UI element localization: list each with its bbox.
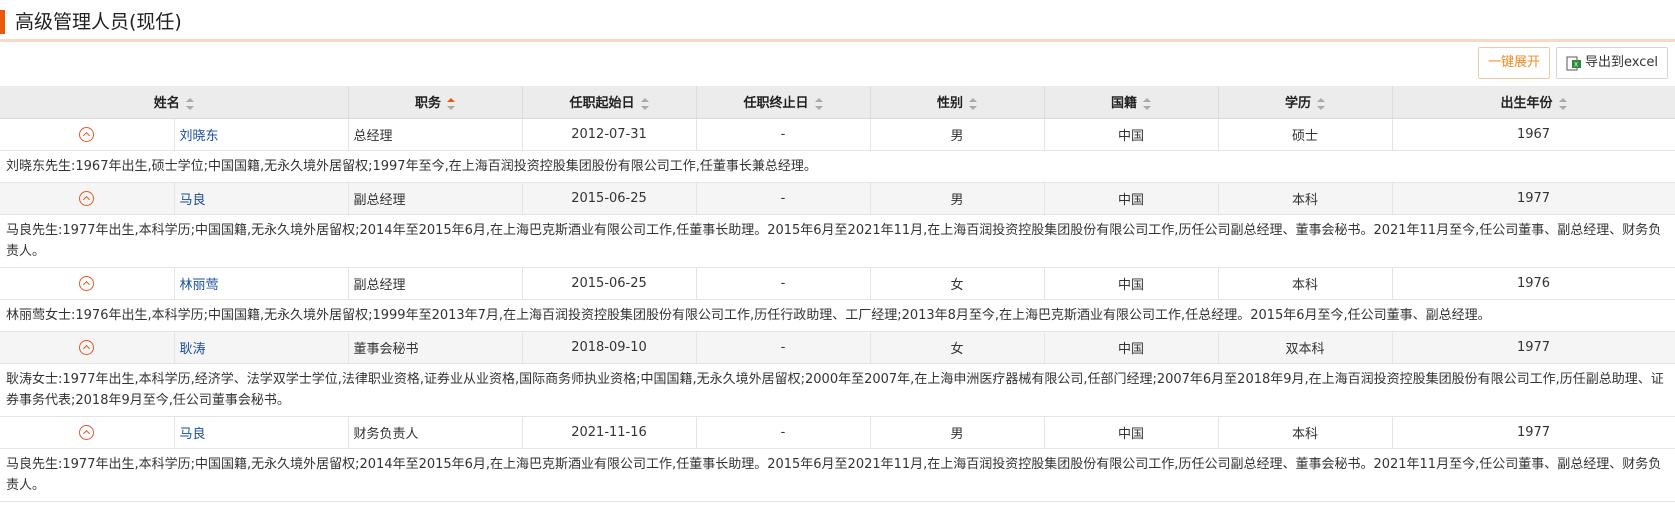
- expand-all-label: 一键展开: [1487, 55, 1540, 70]
- table-row: 马良 副总经理 2015-06-25- 男中国 本科 1977: [0, 182, 1675, 215]
- table-row: 刘晓东 总经理 2012-07-31- 男中国 硕士 1967: [0, 118, 1675, 151]
- section-header: 高级管理人员(现任): [0, 4, 1675, 42]
- bio-text: 刘晓东先生:1967年出生,硕士学位;中国国籍,无永久境外居留权;1997年至今…: [0, 150, 1675, 183]
- collapse-toggle-cell[interactable]: [0, 416, 175, 449]
- start-date-cell: 2021-11-16: [522, 416, 697, 449]
- birth-year-cell: 1977: [1392, 331, 1675, 364]
- education-cell: 本科: [1218, 267, 1393, 300]
- table-row: 林丽莺 副总经理 2015-06-25- 女中国 本科 1976: [0, 267, 1675, 300]
- bio-text: 林丽莺女士:1976年出生,本科学历;中国国籍,无永久境外居留权;1999年至2…: [0, 299, 1675, 332]
- collapse-toggle-cell[interactable]: [0, 267, 175, 300]
- position-cell: 副总经理: [348, 182, 523, 215]
- collapse-chevron-icon[interactable]: [79, 126, 95, 142]
- collapse-chevron-icon[interactable]: [79, 275, 95, 291]
- collapse-chevron-icon[interactable]: [79, 190, 95, 206]
- gender-cell: 男: [870, 416, 1045, 449]
- expand-all-button[interactable]: 一键展开: [1477, 47, 1550, 79]
- person-name-link[interactable]: 林丽莺: [174, 267, 349, 300]
- bio-text: 马良先生:1977年出生,本科学历;中国国籍,无永久境外居留权;2014年至20…: [0, 214, 1675, 268]
- column-header-position[interactable]: 职务: [348, 86, 523, 119]
- sort-active-icon: [447, 97, 456, 110]
- toolbar: 一键展开 X 导出到excel: [1477, 47, 1668, 79]
- table-row: 马良 财务负责人 2021-11-16- 男中国 本科 1977: [0, 416, 1675, 449]
- column-header-name[interactable]: 姓名: [0, 86, 349, 119]
- bio-row: 耿涛女士:1977年出生,本科学历,经济学、法学双学士学位,法律职业资格,证券业…: [0, 363, 1675, 417]
- end-date-cell: -: [696, 416, 871, 449]
- sort-icon: [1317, 97, 1326, 110]
- birth-year-cell: 1976: [1392, 267, 1675, 300]
- person-name-link[interactable]: 马良: [174, 182, 349, 215]
- position-cell: 总经理: [348, 118, 523, 151]
- gender-cell: 女: [870, 331, 1045, 364]
- education-cell: 本科: [1218, 416, 1393, 449]
- birth-year-cell: 1977: [1392, 416, 1675, 449]
- nationality-cell: 中国: [1044, 118, 1219, 151]
- export-excel-button[interactable]: X 导出到excel: [1556, 47, 1668, 79]
- column-header-nationality[interactable]: 国籍: [1044, 86, 1219, 119]
- end-date-cell: -: [696, 331, 871, 364]
- position-cell: 财务负责人: [348, 416, 523, 449]
- nationality-cell: 中国: [1044, 331, 1219, 364]
- sort-icon: [185, 97, 194, 110]
- start-date-cell: 2015-06-25: [522, 267, 697, 300]
- position-cell: 董事会秘书: [348, 331, 523, 364]
- excel-icon: X: [1566, 56, 1581, 70]
- start-date-cell: 2018-09-10: [522, 331, 697, 364]
- page: 高级管理人员(现任) 一键展开 X 导出到excel 姓名 职务 任职起始日 任…: [0, 0, 1675, 509]
- sort-icon: [1143, 97, 1152, 110]
- bio-row: 马良先生:1977年出生,本科学历;中国国籍,无永久境外居留权;2014年至20…: [0, 214, 1675, 268]
- gender-cell: 女: [870, 267, 1045, 300]
- nationality-cell: 中国: [1044, 416, 1219, 449]
- collapse-chevron-icon[interactable]: [79, 424, 95, 440]
- table-body: 刘晓东 总经理 2012-07-31- 男中国 硕士 1967 刘晓东先生:1967年出生,…: [0, 118, 1675, 502]
- column-header-education[interactable]: 学历: [1218, 86, 1393, 119]
- gender-cell: 男: [870, 118, 1045, 151]
- person-name-link[interactable]: 马良: [174, 416, 349, 449]
- column-header-start-date[interactable]: 任职起始日: [522, 86, 697, 119]
- sort-icon: [969, 97, 978, 110]
- person-name-link[interactable]: 耿涛: [174, 331, 349, 364]
- column-header-end-date[interactable]: 任职终止日: [696, 86, 871, 119]
- table-header-row: 姓名 职务 任职起始日 任职终止日 性别 国籍 学历 出生年份: [0, 86, 1675, 119]
- end-date-cell: -: [696, 267, 871, 300]
- education-cell: 双本科: [1218, 331, 1393, 364]
- start-date-cell: 2012-07-31: [522, 118, 697, 151]
- column-header-gender[interactable]: 性别: [870, 86, 1045, 119]
- education-cell: 本科: [1218, 182, 1393, 215]
- collapse-toggle-cell[interactable]: [0, 182, 175, 215]
- position-cell: 副总经理: [348, 267, 523, 300]
- table-row: 耿涛 董事会秘书 2018-09-10- 女中国 双本科 1977: [0, 331, 1675, 364]
- gender-cell: 男: [870, 182, 1045, 215]
- education-cell: 硕士: [1218, 118, 1393, 151]
- svg-text:X: X: [1574, 61, 1578, 68]
- collapse-toggle-cell[interactable]: [0, 118, 175, 151]
- nationality-cell: 中国: [1044, 267, 1219, 300]
- birth-year-cell: 1967: [1392, 118, 1675, 151]
- nationality-cell: 中国: [1044, 182, 1219, 215]
- person-name-link[interactable]: 刘晓东: [174, 118, 349, 151]
- title-accent-bar: [0, 10, 5, 34]
- executives-table: 姓名 职务 任职起始日 任职终止日 性别 国籍 学历 出生年份 刘晓东 总经理 20…: [0, 86, 1675, 502]
- page-title: 高级管理人员(现任): [15, 11, 182, 33]
- bio-text: 马良先生:1977年出生,本科学历;中国国籍,无永久境外居留权;2014年至20…: [0, 448, 1675, 502]
- bio-row: 马良先生:1977年出生,本科学历;中国国籍,无永久境外居留权;2014年至20…: [0, 448, 1675, 502]
- collapse-toggle-cell[interactable]: [0, 331, 175, 364]
- collapse-chevron-icon[interactable]: [79, 339, 95, 355]
- sort-icon: [1558, 97, 1567, 110]
- bio-row: 林丽莺女士:1976年出生,本科学历;中国国籍,无永久境外居留权;1999年至2…: [0, 299, 1675, 332]
- start-date-cell: 2015-06-25: [522, 182, 697, 215]
- bio-row: 刘晓东先生:1967年出生,硕士学位;中国国籍,无永久境外居留权;1997年至今…: [0, 150, 1675, 183]
- end-date-cell: -: [696, 118, 871, 151]
- sort-icon: [814, 97, 823, 110]
- bio-text: 耿涛女士:1977年出生,本科学历,经济学、法学双学士学位,法律职业资格,证券业…: [0, 363, 1675, 417]
- export-excel-label: 导出到excel: [1585, 55, 1658, 70]
- birth-year-cell: 1977: [1392, 182, 1675, 215]
- sort-icon: [640, 97, 649, 110]
- end-date-cell: -: [696, 182, 871, 215]
- column-header-birth-year[interactable]: 出生年份: [1392, 86, 1675, 119]
